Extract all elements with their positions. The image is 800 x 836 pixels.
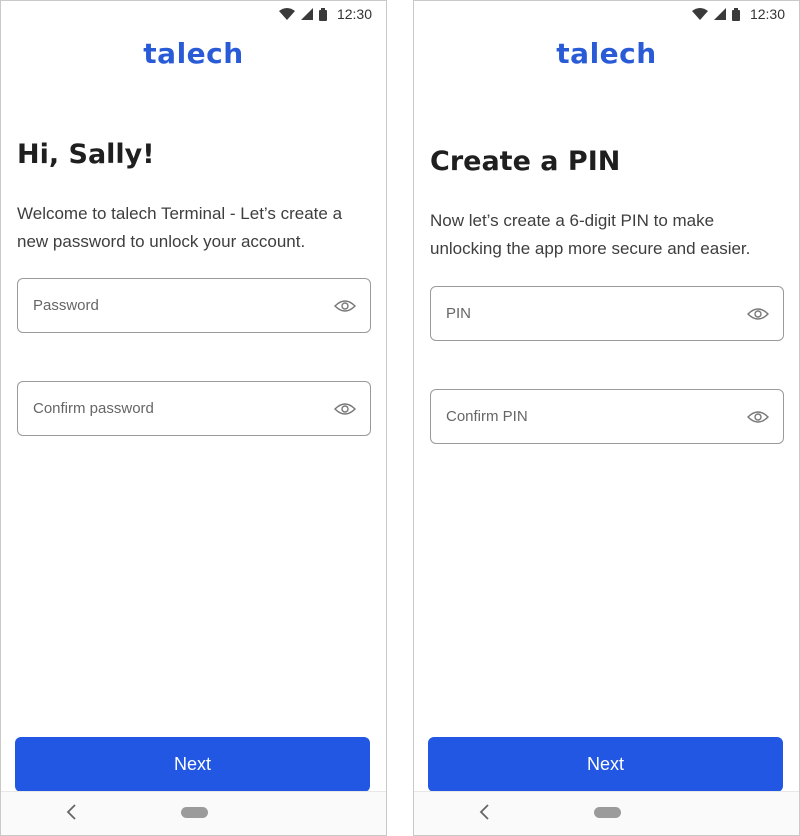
back-chevron-icon[interactable] <box>478 803 492 821</box>
signal-icon <box>300 8 313 20</box>
wifi-icon <box>278 8 295 20</box>
eye-icon[interactable] <box>334 299 356 313</box>
battery-icon <box>731 7 740 21</box>
page-title: Create a PIN <box>430 146 621 177</box>
password-field[interactable]: Password <box>17 278 371 333</box>
eye-icon[interactable] <box>334 402 356 416</box>
home-pill-icon[interactable] <box>594 807 621 818</box>
status-time: 12:30 <box>336 6 372 22</box>
home-pill-icon[interactable] <box>181 807 208 818</box>
talech-logo: talech <box>143 37 244 70</box>
confirm-password-field[interactable]: Confirm password <box>17 381 371 436</box>
eye-icon[interactable] <box>747 410 769 424</box>
status-bar: 12:30 <box>414 1 799 27</box>
signal-icon <box>713 8 726 20</box>
nav-bar <box>1 791 386 835</box>
pin-field[interactable]: PIN <box>430 286 784 341</box>
eye-icon[interactable] <box>747 307 769 321</box>
page-title: Hi, Sally! <box>17 139 155 170</box>
stage: 12:30 talech Hi, Sally! Welcome to talec… <box>0 0 800 836</box>
pin-placeholder: PIN <box>446 305 472 322</box>
pin-screen: 12:30 talech Create a PIN Now let’s crea… <box>413 0 800 836</box>
next-button[interactable]: Next <box>428 737 783 792</box>
page-description: Now let’s create a 6-digit PIN to make u… <box>430 211 751 258</box>
nav-bar <box>414 791 799 835</box>
page-description: Welcome to talech Terminal - Let’s creat… <box>17 204 343 251</box>
status-bar: 12:30 <box>1 1 386 27</box>
wifi-icon <box>691 8 708 20</box>
confirm-pin-placeholder: Confirm PIN <box>446 408 528 425</box>
talech-logo: talech <box>556 37 657 70</box>
status-time: 12:30 <box>749 6 785 22</box>
password-screen: 12:30 talech Hi, Sally! Welcome to talec… <box>0 0 387 836</box>
battery-icon <box>318 7 327 21</box>
confirm-pin-field[interactable]: Confirm PIN <box>430 389 784 444</box>
confirm-password-placeholder: Confirm password <box>33 400 154 417</box>
password-placeholder: Password <box>33 297 99 314</box>
back-chevron-icon[interactable] <box>65 803 79 821</box>
next-button[interactable]: Next <box>15 737 370 792</box>
